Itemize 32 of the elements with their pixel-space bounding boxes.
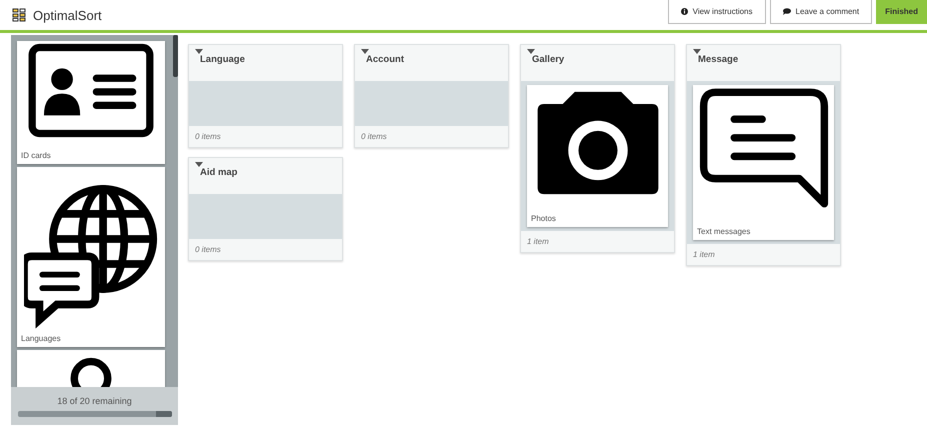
card-label: Photos [530,214,557,225]
item-count: 0 items [360,131,388,143]
collapse-caret-icon[interactable] [361,49,369,54]
item-count: 0 items [194,131,222,143]
card-label: ID cards [20,151,52,162]
card-label: Text messages [696,227,752,238]
item-count: 0 items [194,244,222,256]
finished-button[interactable]: Finished [876,0,927,24]
item-count: 1 item [526,236,550,248]
logo-icon [12,8,26,22]
sort-card[interactable]: Languages [17,167,165,347]
category-title: Account [366,54,405,65]
category-title: Aid map [200,167,238,178]
category-title: Gallery [532,54,566,65]
app-name: OptimalSort [33,8,102,22]
remaining-count: 18 of 20 remaining [57,396,132,406]
id-card-icon [26,43,156,138]
message-icon [698,87,828,209]
category-title: Language [200,54,246,65]
collapse-caret-icon[interactable] [527,49,535,54]
speech-bubble-icon [782,8,791,15]
sort-card[interactable]: ID cards [17,41,165,164]
collapse-caret-icon[interactable] [195,49,203,54]
category-title: Message [698,54,740,65]
item-count: 1 item [692,249,716,261]
collapse-caret-icon[interactable] [195,162,203,167]
comment-button[interactable]: Leave a comment [770,0,872,24]
info-button[interactable]: View instructions [668,0,766,24]
scrollbar-thumb[interactable] [173,35,178,77]
collapse-caret-icon[interactable] [693,49,701,54]
info-icon [680,8,688,15]
card-label: Languages [20,334,62,345]
